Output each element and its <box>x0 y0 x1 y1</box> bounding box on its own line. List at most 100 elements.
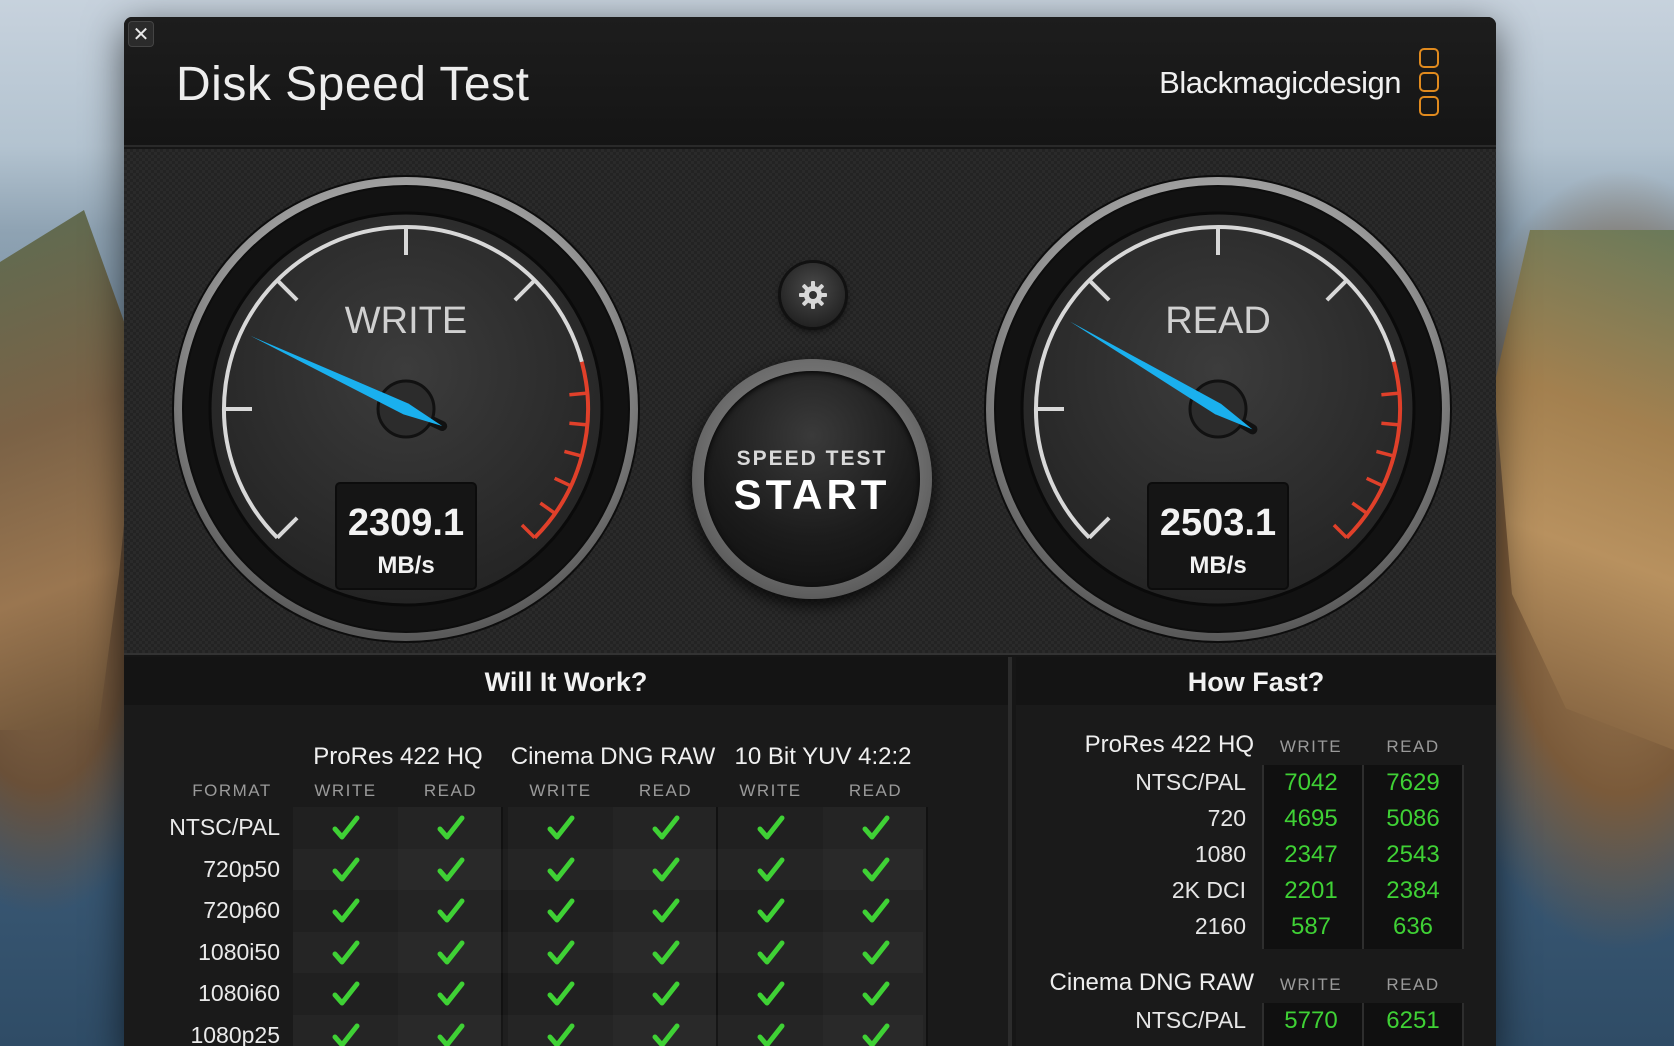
checkmark-icon <box>437 857 464 881</box>
checkmark-icon <box>862 898 889 923</box>
how-fast-title: How Fast? <box>1016 657 1496 705</box>
checkmark-icon <box>547 857 574 881</box>
checkmark-icon <box>332 815 359 840</box>
checkmark-icon <box>547 1023 574 1046</box>
speed-write-value: 2201 <box>1284 877 1338 904</box>
speed-row-label: 2K DCI <box>1171 877 1246 903</box>
blackmagic-logo-icon <box>1419 48 1441 120</box>
wallpaper-cliff-right <box>1494 230 1674 750</box>
speed-read-header: READ <box>1386 975 1440 994</box>
checkmark-icon <box>652 898 679 923</box>
settings-button[interactable] <box>781 263 845 327</box>
wallpaper-cliff-left <box>0 210 140 730</box>
gauge-label: WRITE <box>345 300 467 342</box>
speed-read-value: 2543 <box>1386 841 1440 868</box>
speed-row-label: 720 <box>1207 805 1246 831</box>
checkmark-icon <box>757 940 784 964</box>
speed-row-label: 1080 <box>1194 841 1246 867</box>
checkmark-icon <box>862 815 889 840</box>
format-row-label: 720p60 <box>203 897 280 923</box>
checkmark-icon <box>652 1023 679 1046</box>
column-header-read: READ <box>423 781 478 800</box>
speed-row-label: 2160 <box>1194 913 1246 939</box>
format-group-title: Cinema DNG RAW <box>510 743 716 770</box>
checkmark-icon <box>332 898 359 923</box>
disk-speed-test-window: Disk Speed Test Blackmagicdesign ✕ WRITE… <box>124 17 1496 1046</box>
speed-read-header: READ <box>1386 737 1440 756</box>
row-stripe <box>293 1015 923 1046</box>
checkmark-icon <box>862 940 889 964</box>
will-it-work-panel: Will It Work? FORMAT ProRes 422 HQ WRITE RE… <box>124 657 1012 1046</box>
checkmark-icon <box>332 981 359 1006</box>
speed-row-label: NTSC/PAL <box>1135 769 1246 795</box>
checkmark-icon <box>547 815 574 840</box>
read-gauge: READ 2503.1 MB/s <box>980 171 1456 652</box>
gauge-redline-tick <box>1381 391 1400 397</box>
checkmark-icon <box>437 1023 464 1046</box>
speed-write-value: 7042 <box>1284 769 1338 796</box>
speed-write-value: 4695 <box>1284 805 1338 832</box>
format-row-label: NTSC/PAL <box>169 814 280 840</box>
format-row-label: 1080p25 <box>190 1021 280 1046</box>
column-header-write: WRITE <box>314 781 377 800</box>
checkmark-icon <box>757 1023 784 1046</box>
format-row-label: 1080i50 <box>198 938 280 965</box>
speed-write-value: 587 <box>1290 913 1332 940</box>
gauge-redline-tick <box>1381 421 1400 427</box>
format-row-label: 720p50 <box>203 855 280 882</box>
checkmark-icon <box>332 857 359 881</box>
checkmark-icon <box>437 940 464 964</box>
speed-read-value: 2384 <box>1386 877 1440 904</box>
checkmark-icon <box>547 940 574 964</box>
speed-section-title: ProRes 422 HQ <box>1084 731 1254 758</box>
row-stripe <box>293 932 923 974</box>
checkmark-icon <box>862 857 889 881</box>
will-it-work-title: Will It Work? <box>124 657 1008 705</box>
gear-icon <box>799 281 827 309</box>
gauge-value: 2503.1 <box>1160 502 1276 544</box>
checkmark-icon <box>437 898 464 923</box>
gauge-redline-tick <box>569 421 588 427</box>
checkmark-icon <box>437 981 464 1006</box>
speed-column-divider <box>1362 765 1364 949</box>
how-fast-panel: How Fast? ProRes 422 HQ WRITE READ NTSC/PAL… <box>1016 657 1496 1046</box>
speed-test-start-button[interactable]: SPEED TEST START <box>692 359 932 599</box>
gauge-label: READ <box>1165 300 1271 342</box>
column-header-write: WRITE <box>739 781 802 800</box>
speed-section-title: Cinema DNG RAW <box>1049 969 1254 996</box>
speed-read-value: 7629 <box>1386 769 1440 796</box>
format-row-label: 1080i60 <box>198 980 280 1006</box>
speed-read-value: 6251 <box>1386 1007 1440 1034</box>
gauge-redline-tick <box>569 391 588 397</box>
checkmark-icon <box>862 1023 889 1046</box>
gauge-value: 2309.1 <box>348 502 464 544</box>
checkmark-icon <box>547 898 574 923</box>
checkmark-icon <box>757 815 784 840</box>
start-button-caption: SPEED TEST <box>736 447 888 470</box>
checkmark-icon <box>652 857 679 881</box>
column-header-read: READ <box>638 781 693 800</box>
close-button[interactable]: ✕ <box>128 21 154 47</box>
checkmark-icon <box>757 898 784 923</box>
app-title: Disk Speed Test <box>176 58 530 111</box>
checkmark-icon <box>652 940 679 964</box>
title-bar: Disk Speed Test Blackmagicdesign <box>124 17 1496 147</box>
speed-read-value: 5086 <box>1386 805 1440 832</box>
gauge-unit: MB/s <box>1189 552 1246 579</box>
brand-name: Blackmagicdesign <box>1159 65 1401 100</box>
column-header-write: WRITE <box>529 781 592 800</box>
gauge-panel: WRITE 2309.1 MB/s READ 2503.1 MB/s SPEED… <box>124 149 1496 655</box>
format-group-title: 10 Bit YUV 4:2:2 <box>734 743 912 770</box>
speed-read-value: 636 <box>1392 913 1434 940</box>
gauge-unit: MB/s <box>377 552 434 579</box>
checkmark-icon <box>547 981 574 1006</box>
checkmark-icon <box>332 1023 359 1046</box>
format-group-title: ProRes 422 HQ <box>313 743 483 770</box>
checkmark-icon <box>862 981 889 1006</box>
write-gauge: WRITE 2309.1 MB/s <box>168 171 644 652</box>
speed-write-value: 2347 <box>1284 841 1338 868</box>
speed-column-divider <box>1362 1003 1364 1046</box>
speed-write-header: WRITE <box>1279 737 1343 756</box>
checkmark-icon <box>652 981 679 1006</box>
speed-row-label: NTSC/PAL <box>1135 1007 1246 1033</box>
